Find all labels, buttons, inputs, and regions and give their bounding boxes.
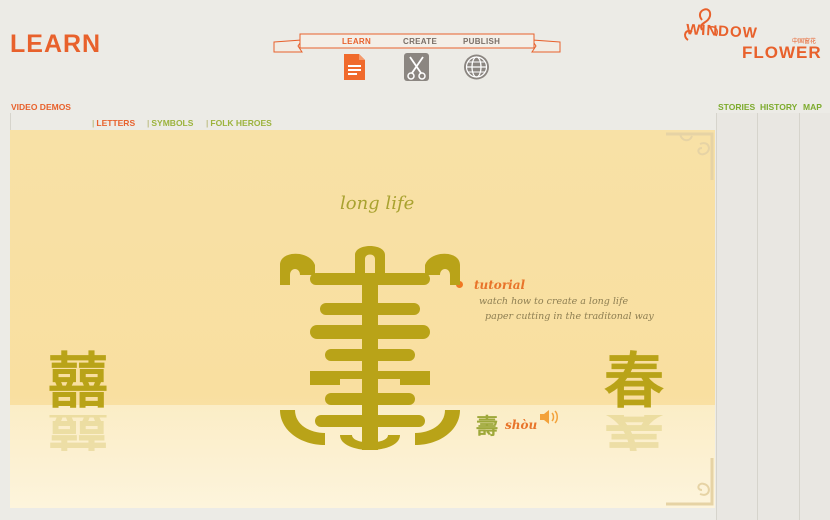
side-column-panel	[716, 113, 830, 520]
tab-divider: |	[92, 118, 95, 128]
tab-symbols-label: SYMBOLS	[151, 118, 194, 128]
globe-icon[interactable]	[463, 52, 490, 82]
map-link[interactable]: MAP	[803, 102, 822, 112]
tab-letters-label: LETTERS	[96, 118, 136, 128]
shou-small-character: 壽	[476, 414, 499, 440]
character-reflection: 囍	[48, 415, 108, 451]
tab-letters[interactable]: | LETTERS	[92, 118, 135, 128]
nav-create-label[interactable]: CREATE	[403, 37, 437, 46]
tutorial-description: watch how to create a long life	[479, 296, 629, 307]
corner-ornament-icon	[666, 458, 714, 506]
long-life-papercut-icon[interactable]	[270, 245, 470, 455]
double-happiness-character[interactable]: 囍	[48, 352, 108, 412]
column-divider	[757, 113, 758, 520]
tab-divider: |	[147, 118, 150, 128]
corner-ornament-icon	[666, 132, 714, 180]
tab-divider: |	[206, 118, 209, 128]
column-divider	[10, 113, 11, 130]
character-reflection: 春	[604, 415, 664, 451]
tab-folk-heroes[interactable]: | FOLK HEROES	[206, 118, 272, 128]
nav-publish-label[interactable]: PUBLISH	[463, 37, 500, 46]
video-demos-link[interactable]: VIDEO DEMOS	[11, 102, 71, 112]
page-title: LEARN	[10, 30, 102, 58]
tab-symbols[interactable]: | SYMBOLS	[147, 118, 193, 128]
logo-word-flower: FLOWER	[742, 43, 822, 62]
column-divider	[799, 113, 800, 520]
spring-character[interactable]: 春	[604, 352, 664, 412]
stage-title: long life	[340, 193, 415, 214]
document-icon[interactable]	[341, 52, 368, 82]
tutorial-description: paper cutting in the traditonal way	[485, 311, 654, 322]
stories-link[interactable]: STORIES	[718, 102, 755, 112]
speaker-icon[interactable]	[538, 408, 560, 426]
column-divider	[716, 113, 717, 520]
pinyin-label: shòu	[505, 418, 538, 432]
scissors-icon[interactable]	[403, 52, 430, 82]
tutorial-link[interactable]: tutorial	[474, 278, 525, 292]
history-link[interactable]: HISTORY	[760, 102, 797, 112]
tab-folk-heroes-label: FOLK HEROES	[210, 118, 272, 128]
nav-learn-label[interactable]: LEARN	[342, 37, 371, 46]
